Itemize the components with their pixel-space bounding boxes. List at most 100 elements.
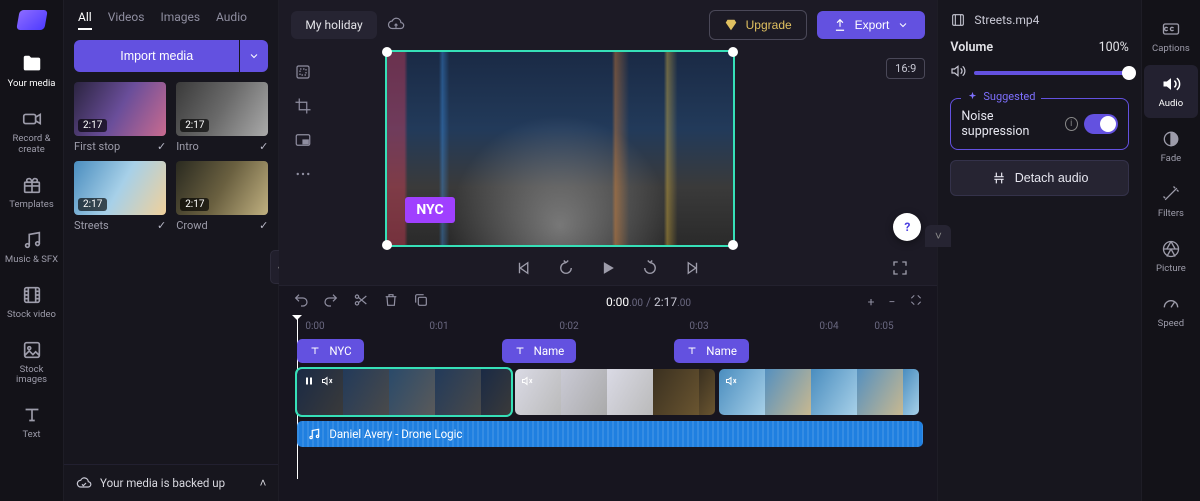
media-panel: All Videos Images Audio Import media 2:1… xyxy=(64,0,279,501)
rrail-picture[interactable]: Picture xyxy=(1144,230,1198,283)
rail-music-sfx[interactable]: Music & SFX xyxy=(4,222,60,273)
export-label: Export xyxy=(855,18,890,32)
next-button[interactable] xyxy=(681,257,703,279)
redo-button[interactable] xyxy=(323,292,339,311)
rewind-button[interactable] xyxy=(555,257,577,279)
rail-record-create[interactable]: Record & create xyxy=(4,101,60,163)
rrail-filters[interactable]: Filters xyxy=(1144,175,1198,228)
check-icon: ✓ xyxy=(259,219,268,232)
timeline: 0:00.00 / 2:17.00 + − 0:00 0:01 0:02 0:0… xyxy=(279,285,937,501)
import-media-button[interactable]: Import media xyxy=(74,40,239,72)
upload-icon xyxy=(833,18,847,32)
delete-button[interactable] xyxy=(383,292,399,311)
media-tabs: All Videos Images Audio xyxy=(64,0,278,36)
folder-icon xyxy=(21,53,43,75)
speaker-icon xyxy=(950,63,966,82)
chevron-up-icon: ˄ xyxy=(260,476,267,490)
check-icon: ✓ xyxy=(157,140,166,153)
suggested-tag: Suggested xyxy=(961,90,1041,103)
play-button[interactable] xyxy=(597,257,619,279)
volume-slider[interactable] xyxy=(950,63,1128,82)
slider-thumb[interactable] xyxy=(1122,66,1136,80)
rail-stock-images[interactable]: Stock images xyxy=(4,332,60,394)
preview-text-overlay[interactable]: NYC xyxy=(405,197,454,223)
media-tab-videos[interactable]: Videos xyxy=(108,10,145,30)
media-tab-images[interactable]: Images xyxy=(160,10,200,30)
split-button[interactable] xyxy=(353,292,369,311)
zoom-fit-button[interactable] xyxy=(909,293,923,310)
video-preview[interactable]: NYC xyxy=(385,50,735,247)
resize-handle[interactable] xyxy=(382,47,392,57)
stage-header: My holiday Upgrade Export xyxy=(279,0,937,50)
project-name[interactable]: My holiday xyxy=(291,11,376,39)
text-clip[interactable]: NYC xyxy=(297,339,363,363)
detach-audio-button[interactable]: Detach audio xyxy=(950,160,1128,196)
text-track: NYC Name Name xyxy=(297,339,923,363)
zoom-in-button[interactable]: + xyxy=(868,295,875,309)
info-icon[interactable]: i xyxy=(1065,117,1078,131)
help-button[interactable]: ? xyxy=(893,213,921,241)
prev-button[interactable] xyxy=(513,257,535,279)
inspector-collapse-button[interactable]: ˅ xyxy=(925,225,951,247)
rrail-fade[interactable]: Fade xyxy=(1144,120,1198,173)
media-thumbnail: 2:17 xyxy=(176,161,268,215)
preview-tools xyxy=(291,50,315,186)
rrail-speed[interactable]: Speed xyxy=(1144,285,1198,338)
text-clip[interactable]: Name xyxy=(502,339,577,363)
rail-label: Stock video xyxy=(7,310,56,321)
media-item[interactable]: 2:17 Intro✓ xyxy=(176,82,268,153)
fit-icon[interactable] xyxy=(291,60,315,84)
aspect-ratio-button[interactable]: 16:9 xyxy=(886,58,925,79)
rrail-captions[interactable]: Captions xyxy=(1144,10,1198,63)
ruler-tick: 0:00 xyxy=(305,321,324,332)
video-clip[interactable] xyxy=(515,369,715,415)
rail-stock-video[interactable]: Stock video xyxy=(4,277,60,328)
media-title: First stop xyxy=(74,140,120,153)
media-tab-audio[interactable]: Audio xyxy=(216,10,247,30)
app-logo xyxy=(16,10,48,30)
more-icon[interactable] xyxy=(291,162,315,186)
gauge-icon xyxy=(1161,294,1181,314)
backup-status-bar[interactable]: Your media is backed up ˄ xyxy=(64,464,278,501)
ruler-tick: 0:03 xyxy=(689,321,708,332)
ruler-tick: 0:05 xyxy=(874,321,893,332)
zoom-out-button[interactable]: − xyxy=(888,295,895,309)
ruler-tick: 0:01 xyxy=(429,321,448,332)
timeline-ruler[interactable]: 0:00 0:01 0:02 0:03 0:04 0:05 xyxy=(279,317,937,339)
video-clip[interactable] xyxy=(719,369,919,415)
aperture-icon xyxy=(1161,239,1181,259)
video-clip[interactable] xyxy=(297,369,511,415)
backup-message: Your media is backed up xyxy=(100,476,225,490)
pip-icon[interactable] xyxy=(291,128,315,152)
cloud-sync-icon[interactable] xyxy=(387,15,405,36)
rail-templates[interactable]: Templates xyxy=(4,167,60,218)
fullscreen-button[interactable] xyxy=(889,257,911,279)
noise-suppression-toggle[interactable] xyxy=(1084,114,1118,134)
import-media-dropdown[interactable] xyxy=(240,40,268,72)
film-icon xyxy=(950,12,966,28)
text-clip[interactable]: Name xyxy=(674,339,749,363)
resize-handle[interactable] xyxy=(728,47,738,57)
upgrade-button[interactable]: Upgrade xyxy=(709,10,807,40)
audio-clip[interactable]: Daniel Avery - Drone Logic xyxy=(297,421,923,447)
rail-label: Music & SFX xyxy=(5,255,58,266)
media-title: Crowd xyxy=(176,219,208,232)
export-button[interactable]: Export xyxy=(817,11,926,39)
duplicate-button[interactable] xyxy=(413,292,429,311)
media-item[interactable]: 2:17 Crowd ✓ xyxy=(176,161,268,232)
undo-button[interactable] xyxy=(293,292,309,311)
rrail-audio[interactable]: Audio xyxy=(1144,65,1198,118)
project-title: My holiday xyxy=(305,18,362,32)
inspector-filename: Streets.mp4 xyxy=(974,13,1039,27)
center-stage: My holiday Upgrade Export xyxy=(279,0,937,501)
rail-your-media[interactable]: Your media xyxy=(4,46,60,97)
media-item[interactable]: 2:17 Streets✓ xyxy=(74,161,166,232)
rail-text[interactable]: Text xyxy=(4,397,60,448)
forward-button[interactable] xyxy=(639,257,661,279)
crop-icon[interactable] xyxy=(291,94,315,118)
media-tab-all[interactable]: All xyxy=(78,10,92,30)
media-item[interactable]: 2:17 First stop✓ xyxy=(74,82,166,153)
rail-label: Text xyxy=(22,430,40,441)
chevron-down-icon xyxy=(248,50,260,62)
audio-label: Daniel Avery - Drone Logic xyxy=(329,427,462,441)
